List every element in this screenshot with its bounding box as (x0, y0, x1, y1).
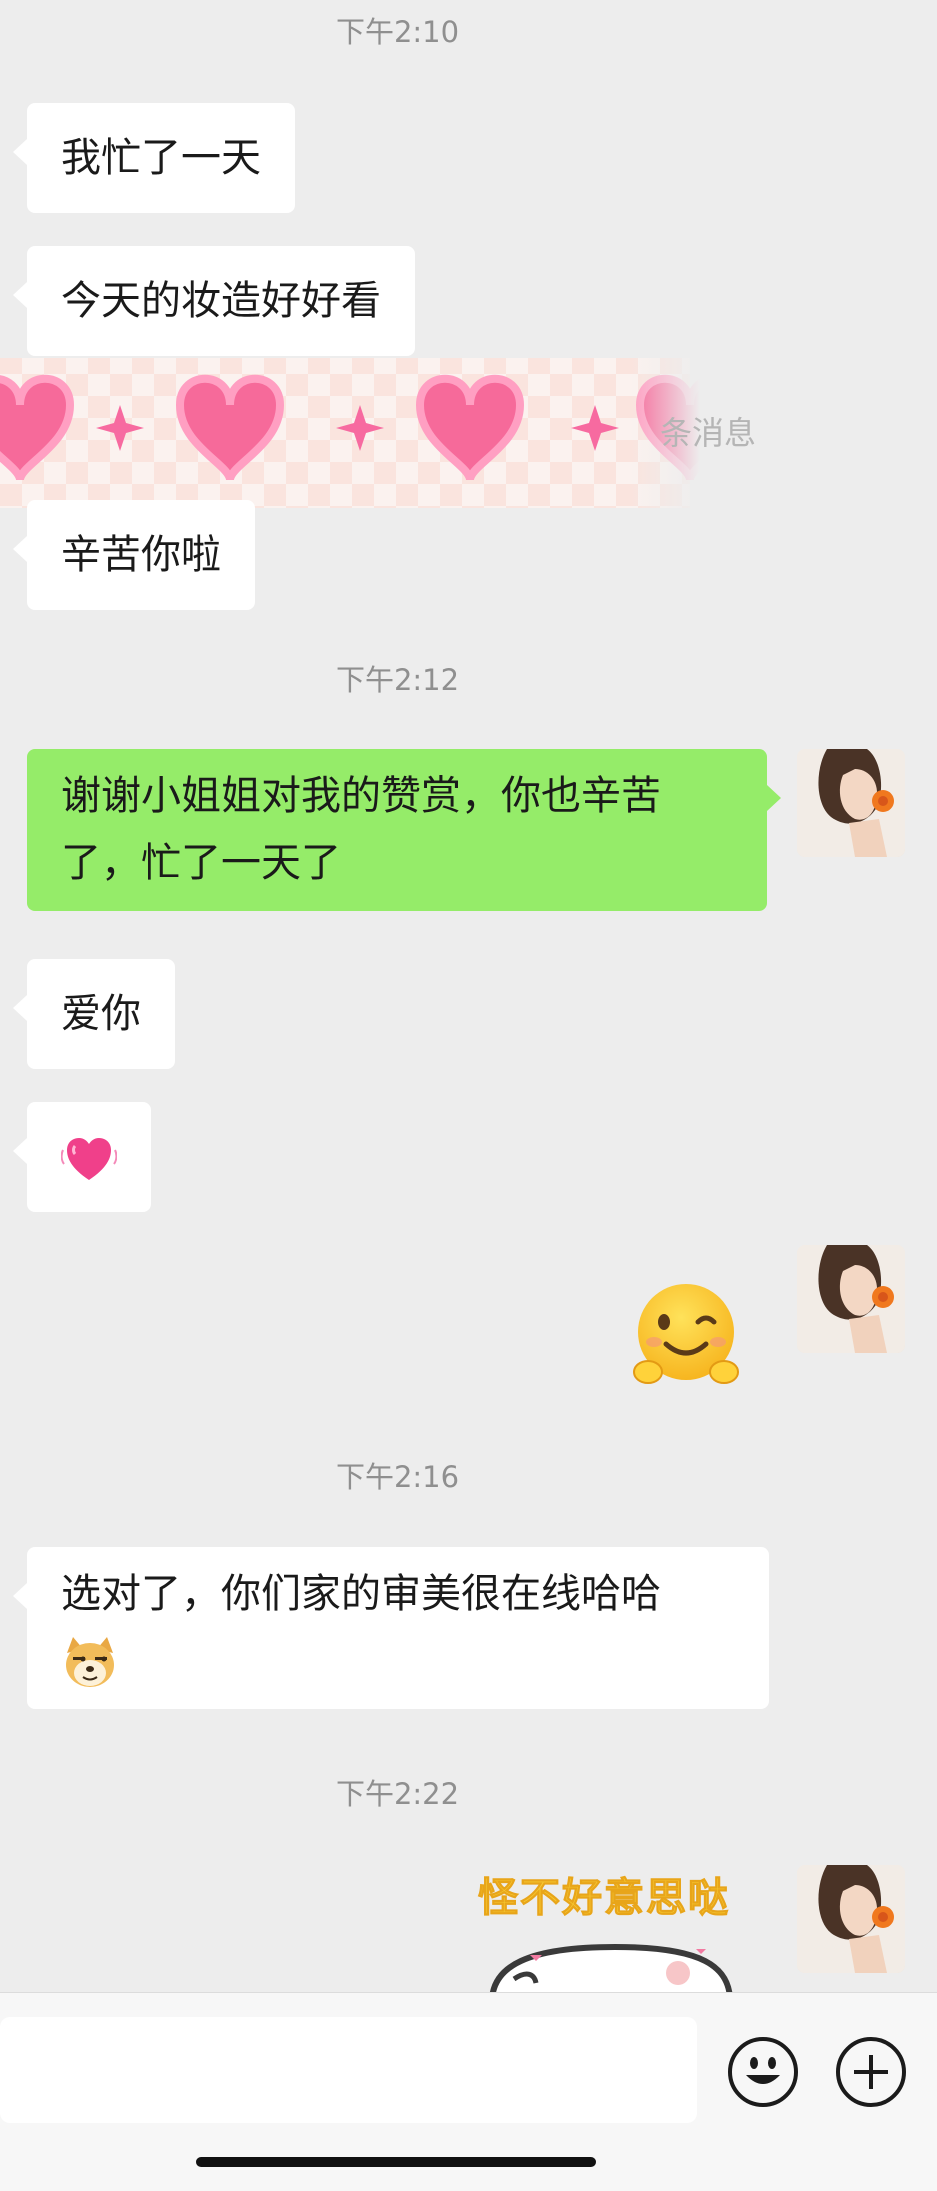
avatar-self[interactable] (797, 1865, 905, 1973)
avatar-portrait (797, 1245, 905, 1353)
message-text: 我忙了一天 (61, 135, 261, 181)
timestamp: 下午2:12 (335, 663, 460, 697)
hearts-overlay-graphic (0, 330, 745, 515)
plus-circle-icon (854, 2055, 888, 2089)
message-input[interactable] (0, 2017, 697, 2123)
message-text: 今天的妆造好好看 (61, 278, 381, 324)
input-bar (0, 1992, 937, 2191)
message-text: 爱你 (61, 991, 141, 1037)
smiley-face-icon (746, 2057, 780, 2084)
timestamp: 下午2:22 (335, 1777, 460, 1811)
sticker-caption: 怪不好意思哒 (478, 1875, 730, 1922)
message-bubble-incoming[interactable]: 爱你 (13, 959, 175, 1069)
message-bubble-outgoing[interactable]: 谢谢小姐姐对我的赞赏，你也辛苦了，忙了一天了 (27, 749, 781, 911)
avatar-self[interactable] (797, 1245, 905, 1353)
message-bubble-incoming[interactable]: 我忙了一天 (13, 103, 295, 213)
plus-button[interactable] (836, 2037, 906, 2107)
sticker-message[interactable]: 怪不好意思哒 (470, 1865, 760, 1992)
message-text: 选对了，你们家的审美很在线哈哈 (61, 1571, 661, 1617)
beating-heart-icon (61, 1138, 117, 1180)
message-text: 谢谢小姐姐对我的赞赏，你也辛苦了，忙了一天了 (61, 773, 661, 886)
message-bubble-incoming[interactable] (13, 1102, 151, 1212)
wink-smile-icon (633, 1284, 739, 1384)
overlay-partial-text: 条消息 (660, 414, 757, 452)
avatar-self[interactable] (797, 749, 905, 857)
avatar-portrait (797, 749, 905, 857)
message-text: 辛苦你啦 (61, 532, 221, 578)
timestamp: 下午2:10 (335, 15, 460, 49)
bear-sticker-graphic (490, 1943, 733, 1992)
avatar-portrait (797, 1865, 905, 1973)
message-bubble-incoming[interactable]: 选对了，你们家的审美很在线哈哈 (13, 1547, 769, 1709)
message-bubble-incoming[interactable]: 辛苦你啦 (13, 500, 255, 610)
timestamp: 下午2:16 (335, 1460, 460, 1494)
home-indicator[interactable] (196, 2157, 596, 2167)
wink-emoji-message[interactable] (626, 1280, 746, 1390)
doge-icon (66, 1637, 114, 1687)
hearts-overlay-decoration (0, 330, 745, 515)
emoji-button[interactable] (728, 2037, 798, 2107)
